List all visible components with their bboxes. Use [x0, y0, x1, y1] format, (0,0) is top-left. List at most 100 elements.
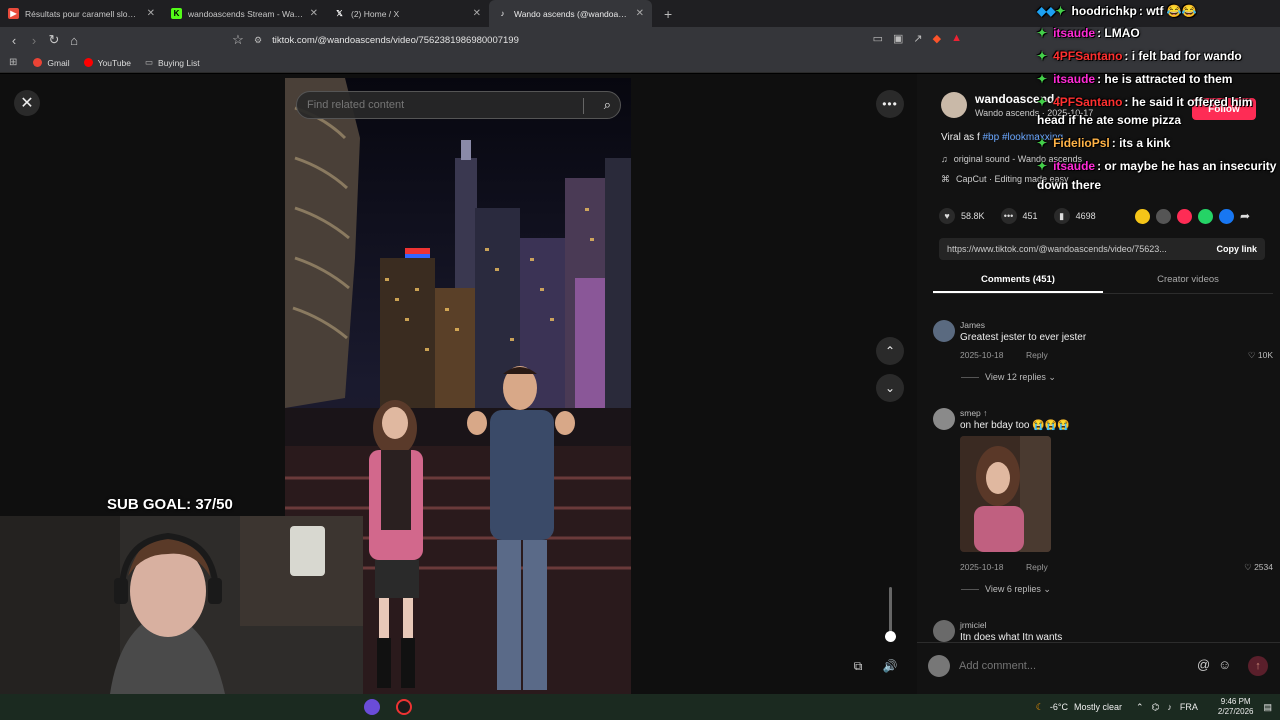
tab-close-icon[interactable]: ✕ [473, 8, 481, 19]
bookmark-gmail[interactable]: Gmail [33, 58, 70, 68]
emoji-icon[interactable]: ☺ [1218, 657, 1231, 672]
heart-outline-icon: ♡ [1247, 350, 1258, 360]
comment-item: James Greatest jester to ever jester 202… [933, 320, 1273, 382]
chat-message: ✦ itsaude: LMAO [1037, 26, 1140, 40]
copy-link-button[interactable]: Copy link [1216, 244, 1257, 254]
browser-tab-kick[interactable]: K wandoascends Stream - Watch Live on Ki… [163, 0, 326, 27]
comment-icon: ••• [1000, 208, 1017, 224]
webcam-feed [0, 516, 363, 694]
discord-icon[interactable] [364, 699, 380, 715]
send-comment-button[interactable]: ↑ [1248, 656, 1268, 676]
creator-avatar[interactable] [941, 92, 967, 118]
reload-icon[interactable]: ↻ [44, 30, 64, 50]
network-icon[interactable]: ⌬ [1152, 702, 1160, 713]
language-indicator[interactable]: FRA [1180, 702, 1198, 712]
bookmark-youtube[interactable]: YouTube [83, 58, 131, 68]
add-comment-input[interactable] [959, 654, 1199, 678]
screen: ▶ Résultats pour caramell slowed reverb … [0, 0, 1280, 720]
related-search-input[interactable] [307, 99, 577, 111]
comment-button[interactable]: ••• 451 [1000, 208, 1038, 224]
commenter-name[interactable]: jrmiciel [960, 620, 986, 630]
commenter-avatar[interactable] [933, 320, 955, 342]
volume-slider-thumb[interactable] [885, 631, 896, 642]
brave-shield-icon[interactable]: ◆ [933, 32, 941, 45]
floating-player-button[interactable]: ⧉ [847, 655, 869, 677]
whatsapp-icon[interactable] [1198, 209, 1213, 224]
apps-grid-icon[interactable]: ⊞ [9, 57, 17, 68]
system-tray: ☾ -6°C Mostly clear ⌃ ⌬ ♪ FRA 9:46 PM 2/… [1036, 694, 1280, 720]
obs-icon[interactable] [396, 699, 412, 715]
commenter-avatar[interactable] [933, 620, 955, 642]
previous-video-button[interactable]: ⌃ [876, 337, 904, 365]
repost-icon[interactable] [1135, 209, 1150, 224]
browser-tab-tiktok[interactable]: ♪ Wando ascends (@wandoascends) ✕ [489, 0, 652, 27]
speaker-icon: 🔊 [882, 659, 898, 673]
volume-button[interactable]: 🔊 [879, 655, 901, 677]
comment-like-button[interactable]: ♡ 10K [1248, 350, 1273, 361]
like-button[interactable]: ♥ 58.8K [939, 208, 985, 224]
gem-icon: ✦ [1037, 136, 1048, 150]
weather-text[interactable]: Mostly clear [1074, 702, 1122, 712]
share-arrow-icon[interactable]: ➦ [1240, 209, 1255, 224]
new-tab-button[interactable]: + [652, 6, 684, 22]
sub-goal-overlay: SUB GOAL: 37/50 [107, 496, 233, 513]
bookmark-buying-list[interactable]: ▭ Buying List [145, 57, 200, 68]
comment-image[interactable] [960, 436, 1051, 552]
bookmark-icon[interactable]: ☆ [228, 30, 248, 50]
tab-close-icon[interactable]: ✕ [147, 8, 155, 19]
temperature[interactable]: -6°C [1050, 702, 1068, 712]
tab-close-icon[interactable]: ✕ [310, 8, 318, 19]
back-icon[interactable]: ‹ [4, 30, 24, 50]
tab-comments[interactable]: Comments (451) [933, 272, 1103, 293]
embed-icon[interactable] [1156, 209, 1171, 224]
chat-message: ✦ itsaude: or maybe he has an insecurity [1037, 159, 1276, 173]
like-count: 58.8K [961, 211, 985, 221]
browser-tab-youtube-search[interactable]: ▶ Résultats pour caramell slowed reverb … [0, 0, 163, 27]
commenter-name[interactable]: smep ↑ [960, 408, 987, 418]
gem-icon: ✦ [1037, 26, 1048, 40]
search-icon[interactable]: ⌕ [604, 97, 611, 113]
tab-title: (2) Home / X [351, 8, 400, 19]
video-link-text[interactable]: https://www.tiktok.com/@wandoascends/vid… [947, 244, 1167, 254]
save-button[interactable]: ▮ 4698 [1053, 208, 1096, 224]
share-page-icon[interactable]: ↗ [913, 32, 922, 45]
view-replies-button[interactable]: View 12 replies ⌄ [985, 372, 1056, 383]
view-replies-button[interactable]: View 6 replies ⌄ [985, 584, 1051, 595]
reply-button[interactable]: Reply [1026, 562, 1048, 572]
volume-icon[interactable]: ♪ [1167, 702, 1172, 712]
home-icon[interactable]: ⌂ [64, 30, 84, 50]
kick-favicon-icon: K [171, 8, 182, 19]
reply-button[interactable]: Reply [1026, 350, 1048, 360]
notifications-icon[interactable]: ▤ [1263, 702, 1272, 713]
mention-icon[interactable]: @ [1197, 657, 1210, 672]
forward-icon[interactable]: › [24, 30, 44, 50]
find-related-search[interactable]: ⌕ [296, 91, 621, 119]
brave-rewards-icon[interactable]: ▲ [951, 32, 962, 45]
tab-creator-videos[interactable]: Creator videos [1103, 272, 1273, 293]
pip-icon: ⧉ [853, 658, 863, 673]
browser-tab-x[interactable]: 𝕏 (2) Home / X ✕ [326, 0, 489, 27]
chat-username: FidelioPsl [1053, 136, 1110, 150]
chat-text: : LMAO [1097, 26, 1140, 40]
comment-like-button[interactable]: ♡ 2534 [1244, 562, 1273, 573]
close-button[interactable]: ✕ [14, 90, 40, 116]
tab-close-icon[interactable]: ✕ [636, 8, 644, 19]
comment-photo [960, 436, 1051, 552]
cast-icon[interactable]: ▭ [873, 32, 883, 45]
chevron-up-icon[interactable]: ⌃ [1136, 702, 1144, 713]
view-replies-label: View 12 replies [985, 372, 1046, 382]
clock[interactable]: 9:46 PM 2/27/2026 [1218, 697, 1254, 717]
commenter-name[interactable]: James [960, 320, 985, 330]
screen-icon[interactable]: ▣ [893, 32, 903, 45]
site-info-icon[interactable]: ⚙ [254, 35, 262, 46]
next-video-button[interactable]: ⌄ [876, 374, 904, 402]
folder-icon: ▭ [145, 57, 154, 67]
weather-icon: ☾ [1035, 701, 1044, 712]
address-bar[interactable]: ⚙ tiktok.com/@wandoascends/video/7562381… [254, 31, 974, 49]
share-icons: ➦ [1135, 209, 1255, 224]
bookmark-label: Buying List [158, 57, 200, 68]
more-options-button[interactable]: ••• [876, 90, 904, 118]
commenter-avatar[interactable] [933, 408, 955, 430]
send-to-friends-icon[interactable] [1177, 209, 1192, 224]
facebook-icon[interactable] [1219, 209, 1234, 224]
